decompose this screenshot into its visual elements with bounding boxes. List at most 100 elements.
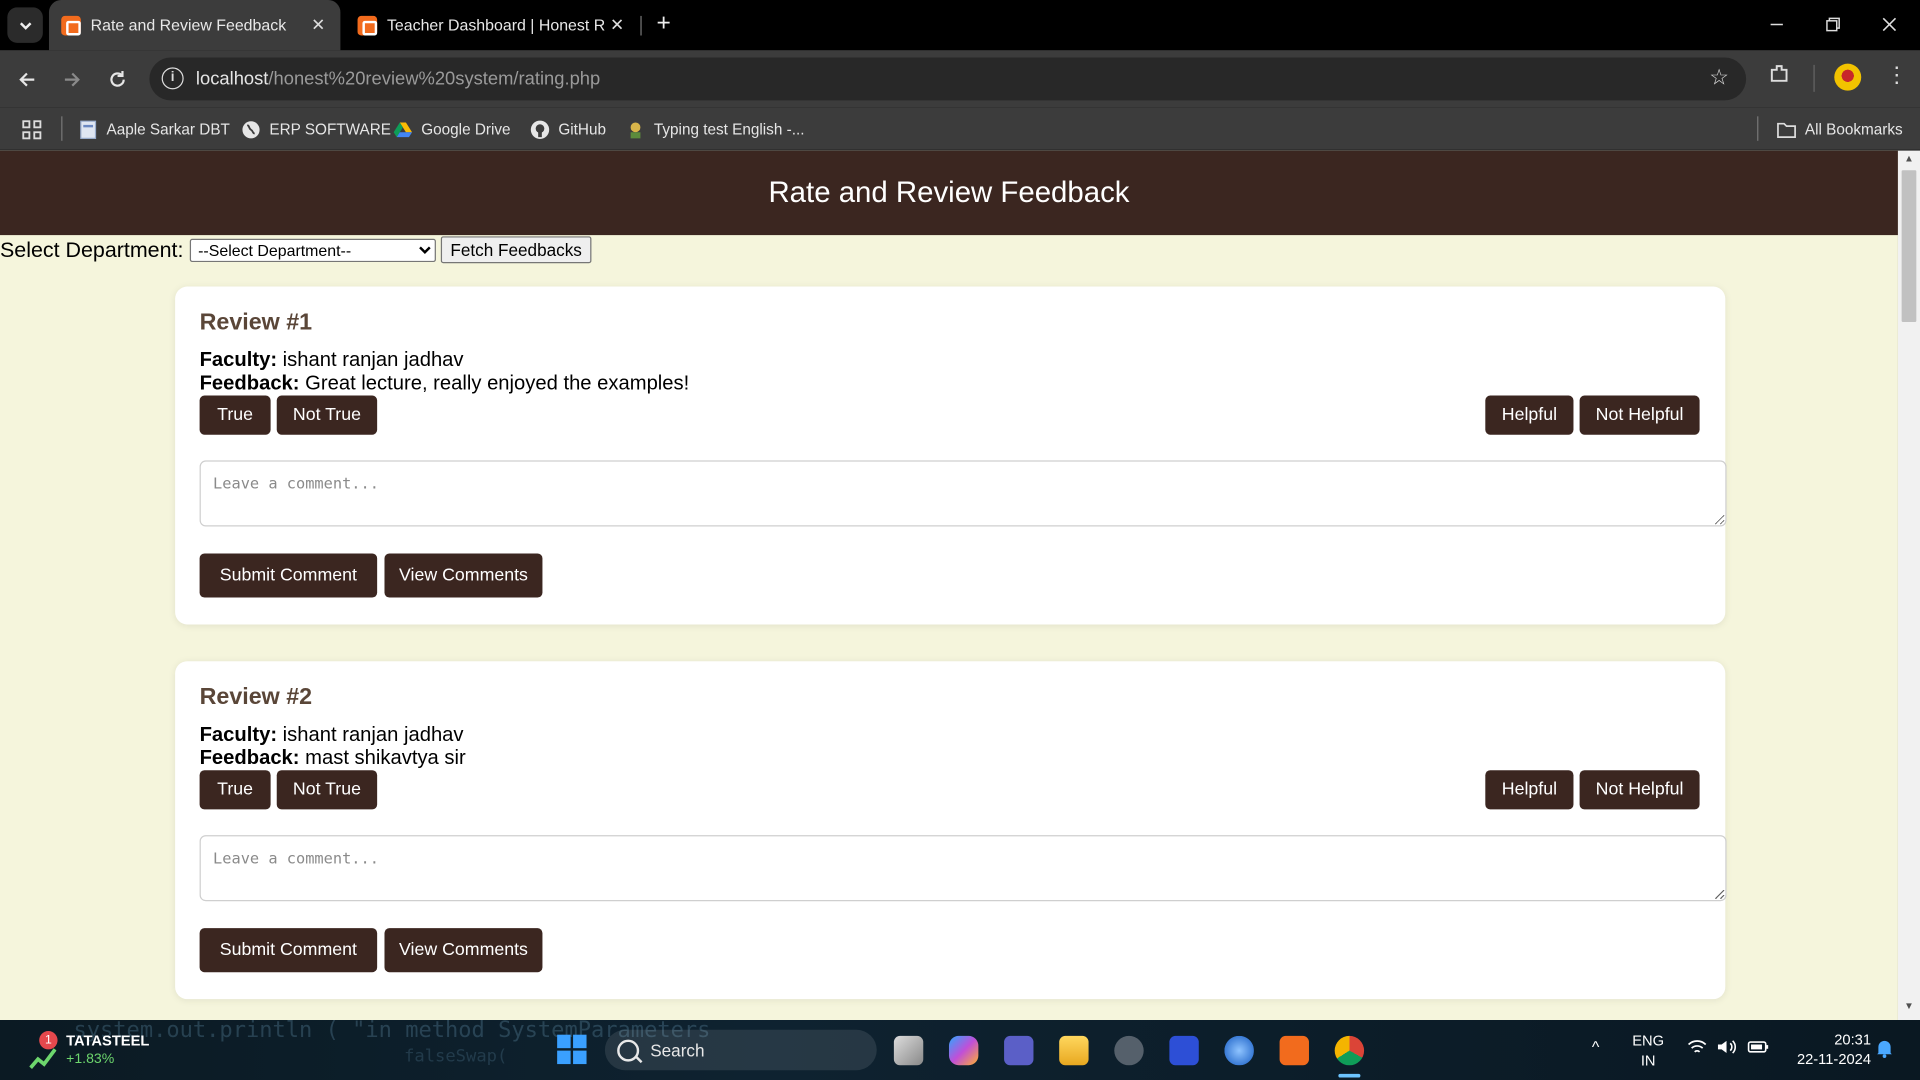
bookmark-label: Aaple Sarkar DBT (106, 121, 230, 139)
bookmark-divider (1757, 116, 1759, 141)
close-tab-icon[interactable]: ✕ (605, 15, 629, 36)
tab-search-button[interactable] (7, 7, 43, 43)
department-filter: Select Department: --Select Department--… (0, 236, 592, 264)
restore-icon (1826, 17, 1840, 32)
bookmark-erp-software[interactable]: ERP SOFTWARE (241, 118, 391, 142)
system-clock[interactable]: 20:31 22-11-2024 (1785, 1030, 1871, 1069)
view-comments-button[interactable]: View Comments (384, 553, 543, 598)
helpful-button[interactable]: Helpful (1485, 395, 1574, 435)
file-explorer-icon[interactable] (1059, 1035, 1089, 1066)
all-bookmarks-button[interactable]: All Bookmarks (1777, 118, 1903, 142)
close-tab-icon[interactable]: ✕ (306, 15, 330, 36)
stock-chart-icon (29, 1048, 57, 1069)
apps-grid-icon[interactable] (22, 118, 42, 142)
page-icon (80, 120, 97, 139)
windows-taskbar: system.out.println ( "in method SystemPa… (0, 1018, 1920, 1080)
tab-teacher-dashboard[interactable]: Teacher Dashboard | Honest Re ✕ (345, 0, 639, 50)
not-helpful-button[interactable]: Not Helpful (1579, 770, 1700, 810)
toolbar-divider (1813, 64, 1815, 92)
folder-icon (1777, 122, 1796, 139)
notification-bell-icon[interactable] (1876, 1038, 1893, 1061)
true-button[interactable]: True (199, 395, 271, 435)
submit-comment-button[interactable]: Submit Comment (199, 553, 378, 598)
feedback-line: Feedback: mast shikavtya sir (200, 747, 466, 770)
new-tab-button[interactable]: + (649, 10, 678, 39)
site-info-icon[interactable]: i (161, 67, 184, 90)
submit-comment-button[interactable]: Submit Comment (199, 928, 378, 973)
bookmark-aaple-sarkar[interactable]: Aaple Sarkar DBT (78, 118, 230, 142)
page-scrollbar[interactable]: ▲ ▼ (1897, 150, 1920, 1021)
tab-rate-review[interactable]: Rate and Review Feedback ✕ (48, 0, 341, 51)
language-code: ENG (1632, 1032, 1665, 1050)
view-comments-button[interactable]: View Comments (384, 928, 543, 973)
close-icon (1882, 17, 1897, 32)
teams-icon[interactable] (1004, 1035, 1034, 1066)
feedback-label: Feedback: (199, 372, 300, 395)
xampp-icon[interactable] (1279, 1035, 1309, 1066)
not-helpful-button[interactable]: Not Helpful (1579, 395, 1700, 435)
true-button[interactable]: True (199, 770, 271, 810)
wifi-icon[interactable] (1687, 1038, 1707, 1059)
browser-toolbar: i localhost/honest%20review%20system/rat… (0, 50, 1920, 108)
all-bookmarks-label: All Bookmarks (1804, 121, 1903, 139)
fetch-feedbacks-button[interactable]: Fetch Feedbacks (440, 236, 592, 264)
faculty-label: Faculty: (199, 723, 278, 746)
stock-change: +1.83% (66, 1051, 115, 1067)
review-title: Review #2 (199, 684, 313, 711)
copilot-icon[interactable] (948, 1035, 979, 1066)
language-indicator[interactable]: ENG IN (1632, 1031, 1664, 1070)
chrome-icon[interactable] (1334, 1035, 1365, 1066)
menu-kebab-icon[interactable]: ⋮ (1886, 62, 1908, 88)
comment-input[interactable] (199, 460, 1727, 527)
faculty-line: Faculty: ishant ranjan jadhav (200, 349, 464, 372)
not-true-button[interactable]: Not True (276, 395, 378, 435)
editor-icon[interactable] (1169, 1035, 1199, 1066)
bookmark-github[interactable]: GitHub (530, 118, 606, 142)
forward-button[interactable] (55, 62, 89, 96)
address-bar[interactable]: i localhost/honest%20review%20system/rat… (149, 57, 1747, 101)
bookmark-label: ERP SOFTWARE (269, 121, 392, 139)
tab-title: Rate and Review Feedback (90, 15, 287, 35)
reload-icon (110, 71, 125, 87)
department-select[interactable]: --Select Department-- (189, 238, 436, 262)
bookmark-google-drive[interactable]: Google Drive (393, 118, 511, 142)
back-button[interactable] (10, 62, 44, 96)
restore-button[interactable] (1805, 0, 1861, 49)
url-text[interactable]: localhost/honest%20review%20system/ratin… (196, 69, 600, 90)
github-desktop-icon[interactable] (1114, 1035, 1144, 1066)
stock-widget[interactable]: 1 TATASTEEL +1.83% (29, 1031, 149, 1073)
clock-time: 20:31 (1834, 1031, 1872, 1049)
battery-icon[interactable] (1747, 1038, 1769, 1059)
scrollbar-thumb[interactable] (1901, 170, 1917, 323)
task-view-icon[interactable] (893, 1035, 924, 1066)
volume-icon[interactable] (1717, 1038, 1737, 1059)
scroll-down-icon[interactable]: ▼ (1903, 1000, 1915, 1011)
scroll-up-icon[interactable]: ▲ (1903, 153, 1915, 164)
not-true-button[interactable]: Not True (276, 770, 378, 810)
search-label: Search (650, 1040, 705, 1060)
region-code: IN (1640, 1051, 1656, 1069)
clock-date: 22-11-2024 (1796, 1050, 1872, 1068)
taskbar-search[interactable]: Search (604, 1029, 877, 1071)
feedback-line: Feedback: Great lecture, really enjoyed … (200, 372, 690, 395)
bookmark-divider (61, 116, 63, 141)
minimize-button[interactable] (1749, 0, 1805, 49)
review-title: Review #1 (199, 309, 313, 336)
extensions-icon[interactable] (1768, 62, 1790, 90)
profile-avatar[interactable] (1834, 63, 1862, 91)
bookmark-typing-test[interactable]: Typing test English -... (626, 118, 804, 142)
comment-input[interactable] (199, 835, 1727, 902)
reload-button[interactable] (100, 62, 134, 96)
helpful-button[interactable]: Helpful (1485, 770, 1574, 810)
faculty-name: ishant ranjan jadhav (282, 348, 464, 372)
tab-divider (640, 15, 642, 36)
bookmark-star-icon[interactable]: ☆ (1709, 65, 1729, 91)
chevron-up-icon[interactable]: ^ (1592, 1037, 1599, 1055)
faculty-label: Faculty: (199, 348, 278, 372)
review-card: Review #2 Faculty: ishant ranjan jadhav … (175, 661, 1727, 1000)
close-window-button[interactable] (1861, 0, 1917, 49)
faculty-line: Faculty: ishant ranjan jadhav (200, 724, 464, 747)
search-icon (617, 1038, 640, 1062)
gemini-icon[interactable] (1224, 1035, 1254, 1066)
windows-start-icon[interactable] (557, 1034, 587, 1065)
